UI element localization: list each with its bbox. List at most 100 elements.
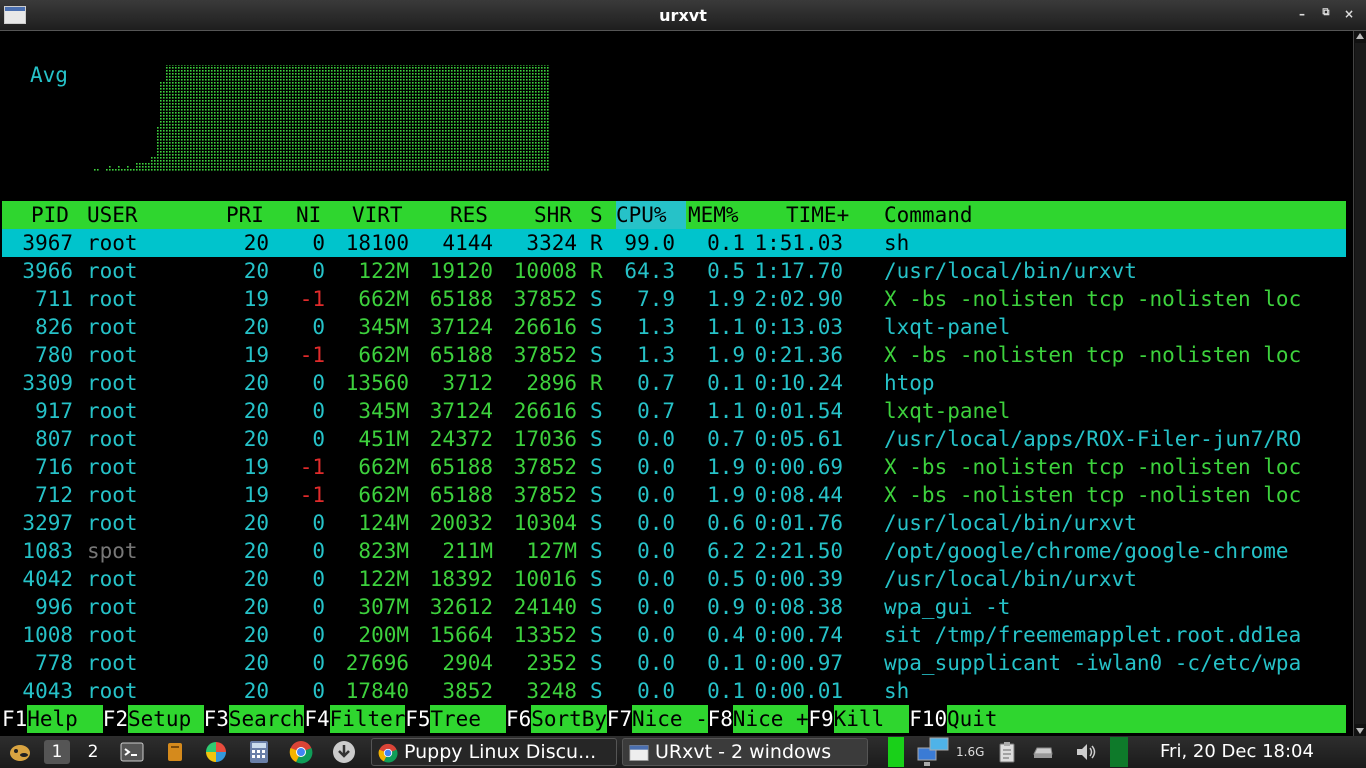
graph-dot [463, 142, 465, 144]
window-titlebar[interactable]: urxvt – ⧉ × [0, 0, 1366, 31]
graph-dot [205, 160, 207, 162]
fkey-f2-key[interactable]: F2 [103, 705, 128, 733]
graph-dot [178, 112, 180, 114]
graph-dot [505, 97, 507, 99]
graph-dot [346, 70, 348, 72]
graph-dot [547, 124, 549, 126]
graph-dot [547, 133, 549, 135]
minimize-button[interactable]: – [1295, 7, 1309, 21]
graph-dot [409, 142, 411, 144]
fkey-f2-label[interactable]: Setup [128, 705, 204, 733]
graph-dot [358, 127, 360, 129]
column-header-command[interactable]: Command [884, 201, 973, 229]
fkey-f6-label[interactable]: SortBy [531, 705, 607, 733]
column-header-res[interactable]: RES [450, 201, 488, 229]
column-header-virt[interactable]: VIRT [352, 201, 403, 229]
fkey-f9-label[interactable]: Kill [833, 705, 910, 733]
graph-dot [346, 136, 348, 138]
graph-dot [247, 139, 249, 141]
process-row-selected[interactable]: 3967 root 20 0 18100 4144 3324 R 99.0 0.1 1:51.03 s… [2, 229, 1346, 257]
process-row[interactable]: 4043 root 20 0 17840 3852 3248 S 0.0 0.1 0:00.01 sh [2, 677, 1346, 705]
calculator-launcher-icon[interactable] [247, 740, 271, 764]
process-row[interactable]: 807 root 20 0 451M 24372 17036 S 0.0 0.7 0:05.61/u… [2, 425, 1346, 453]
graph-dot [232, 112, 234, 114]
process-row[interactable]: 3309 root 20 0 13560 3712 2896 R 0.7 0.1 0:10.24 ht… [2, 369, 1346, 397]
fkey-f1-label[interactable]: Help [27, 705, 103, 733]
fkey-f8-label[interactable]: Nice + [732, 705, 809, 733]
graph-dot [361, 148, 363, 150]
graph-dot [412, 130, 414, 132]
puppy-menu-icon[interactable] [8, 740, 32, 764]
process-row[interactable]: 711 root 19 -1 662M 65188 37852 S 7.9 1.9 2:02.90 X… [2, 285, 1346, 313]
desktop-1-button[interactable]: 1 [44, 740, 70, 764]
fkey-f4-label[interactable]: Filter [329, 705, 405, 733]
graph-dot [316, 109, 318, 111]
process-row[interactable]: 917 root 20 0 345M 37124 26616 S 0.7 1.1 0:01.54 lx… [2, 397, 1346, 425]
graph-dot [169, 169, 171, 171]
terminal-launcher-icon[interactable] [120, 740, 144, 764]
fkey-f7-key[interactable]: F7 [607, 705, 632, 733]
graph-dot [202, 106, 204, 108]
terminal-scrollbar[interactable] [1353, 31, 1366, 736]
maximize-button[interactable]: ⧉ [1319, 7, 1333, 18]
column-header-pri[interactable]: PRI [226, 201, 264, 229]
file-manager-launcher-icon[interactable] [163, 740, 187, 764]
fkey-f3-label[interactable]: Search [228, 705, 305, 733]
process-row[interactable]: 4042 root 20 0 122M 18392 10016 S 0.0 0.5 0:00.39/… [2, 565, 1346, 593]
fkey-f5-label[interactable]: Tree [430, 705, 506, 733]
close-button[interactable]: × [1342, 7, 1356, 21]
graph-dot [445, 65, 447, 66]
pinwheel-launcher-icon[interactable] [204, 740, 228, 764]
cell-time: 0:01.54 [754, 399, 843, 423]
column-header-time[interactable]: TIME+ [786, 201, 849, 229]
column-header-user[interactable]: USER [87, 201, 138, 229]
fkey-f8-key[interactable]: F8 [708, 705, 733, 733]
graph-dot [328, 169, 330, 171]
scrollbar-thumb[interactable] [1355, 43, 1366, 724]
terminal-area[interactable]: Avg PID USER PRI NI VIRT RES SHR S CPU% … [0, 31, 1352, 736]
process-row[interactable]: 716 root 19 -1 662M 65188 37852 S 0.0 1.9 0:00.69 X… [2, 453, 1346, 481]
process-row[interactable]: 3297 root 20 0 124M 20032 10304 S 0.0 0.6 0:01.76/… [2, 509, 1346, 537]
fkey-f10-label[interactable]: Quit [947, 705, 1346, 733]
scroll-down-icon[interactable] [1356, 728, 1364, 734]
process-row[interactable]: 1083 spot 20 0 823M 211M 127M S 0.0 6.2 2:21.50/op… [2, 537, 1346, 565]
column-header-shr[interactable]: SHR [534, 201, 572, 229]
desktop-2-button[interactable]: 2 [80, 740, 106, 764]
fkey-f5-key[interactable]: F5 [405, 705, 430, 733]
fkey-f3-key[interactable]: F3 [204, 705, 229, 733]
graph-dot [385, 85, 387, 87]
process-row[interactable]: 826 root 20 0 345M 37124 26616 S 1.3 1.1 0:13.03 lx… [2, 313, 1346, 341]
graph-dot [223, 163, 225, 165]
process-row[interactable]: 778 root 20 0 27696 2904 2352 S 0.0 0.1 0:00.97 wpa… [2, 649, 1346, 677]
graph-dot [205, 169, 207, 171]
process-row[interactable]: 3966 root 20 0 122M 19120 10008 R 64.3 0.5 1:17.70… [2, 257, 1346, 285]
graph-dot [178, 127, 180, 129]
fkey-f6-key[interactable]: F6 [506, 705, 531, 733]
fkey-f4-key[interactable]: F4 [304, 705, 329, 733]
fkey-f1-key[interactable]: F1 [2, 705, 27, 733]
graph-dot [493, 79, 495, 81]
graph-dot [259, 166, 261, 168]
process-row[interactable]: 780 root 19 -1 662M 65188 37852 S 1.3 1.9 0:21.36 X… [2, 341, 1346, 369]
graph-dot [385, 157, 387, 159]
process-row[interactable]: 1008 root 20 0 200M 15664 13352 S 0.0 0.4 0:00.74 s… [2, 621, 1346, 649]
process-row[interactable]: 996 root 20 0 307M 32612 24140 S 0.0 0.9 0:08.38 wp… [2, 593, 1346, 621]
graph-dot [316, 100, 318, 102]
graph-dot [478, 85, 480, 87]
fkey-f10-key[interactable]: F10 [909, 705, 947, 733]
column-header-pid[interactable]: PID [31, 201, 69, 229]
column-header-state[interactable]: S [590, 201, 603, 229]
graph-dot [229, 133, 231, 135]
fkey-f9-key[interactable]: F9 [808, 705, 833, 733]
column-header-ni[interactable]: NI [296, 201, 321, 229]
fkey-f7-label[interactable]: Nice - [632, 705, 708, 733]
process-row[interactable]: 712 root 19 -1 662M 65188 37852 S 0.0 1.9 0:08.44 X… [2, 481, 1346, 509]
cell-user: root [87, 511, 138, 535]
scroll-up-icon[interactable] [1356, 33, 1364, 39]
graph-dot [241, 82, 243, 84]
graph-dot [430, 163, 432, 165]
column-header-mem[interactable]: MEM% [688, 201, 739, 229]
column-header-cpu-sorted[interactable]: CPU% [616, 201, 686, 229]
cell-command: /usr/local/bin/urxvt [884, 259, 1137, 283]
graph-dot [289, 160, 291, 162]
